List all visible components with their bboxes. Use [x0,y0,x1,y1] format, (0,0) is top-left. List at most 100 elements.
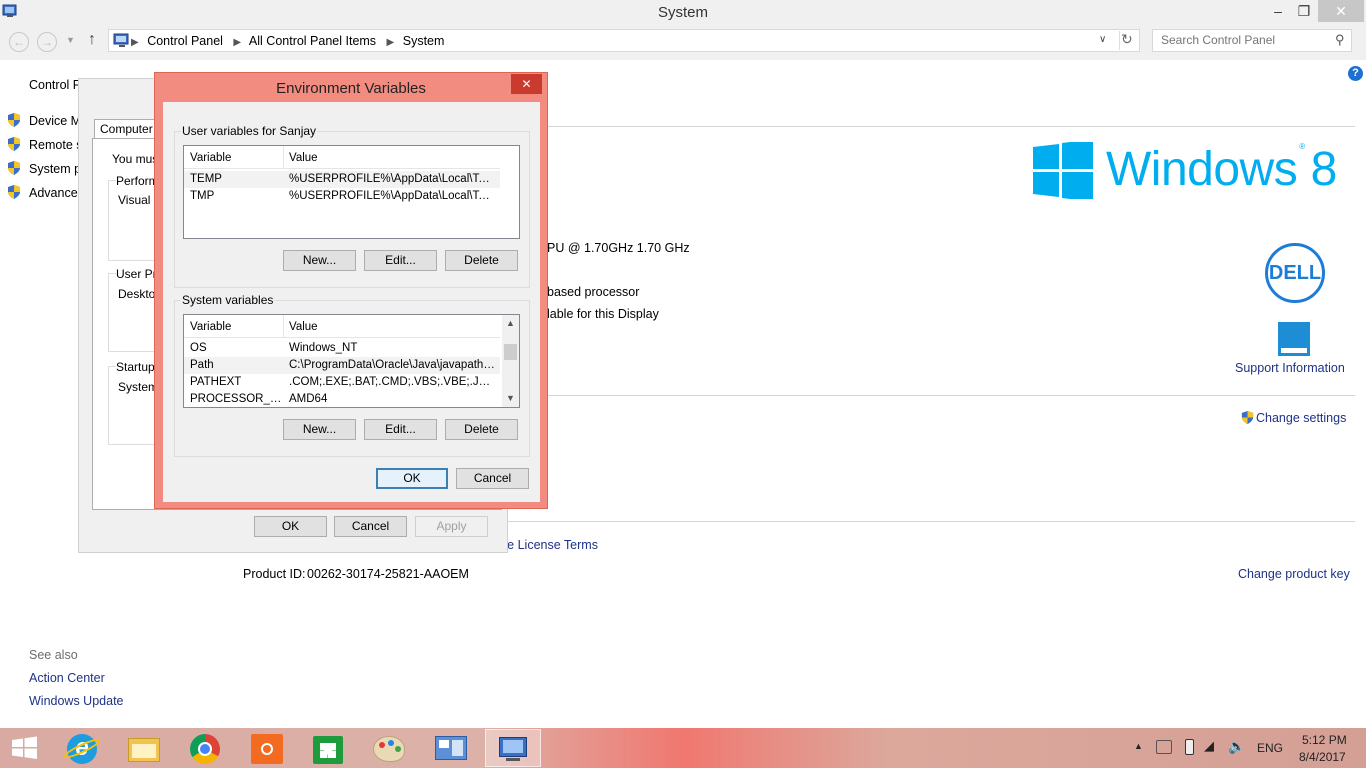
search-field[interactable]: ⚲ [1152,29,1352,52]
close-button[interactable]: ✕ [1318,0,1364,22]
control-panel-icon [113,33,129,47]
forward-button[interactable]: → [37,32,57,52]
breadcrumb-all-items[interactable]: All Control Panel Items [249,34,376,48]
env-cancel-button[interactable]: Cancel [456,468,529,489]
list-item[interactable]: TEMP %USERPROFILE%\AppData\Local\Temp [184,171,500,188]
env-ok-button[interactable]: OK [376,468,448,489]
windows-flag-icon [1033,142,1093,199]
orange-app-icon[interactable] [239,729,295,767]
variable-name: OS [190,342,207,354]
address-dropdown-icon[interactable]: ∨ [1099,34,1106,45]
system-delete-button[interactable]: Delete [445,419,518,440]
address-field[interactable]: ▶ Control Panel ▶ All Control Panel Item… [108,29,1140,52]
product-id-label: Product ID: [243,567,306,581]
clock-time[interactable]: 5:12 PM [1302,733,1347,747]
volume-icon[interactable]: 🔈 [1228,738,1245,755]
ok-button[interactable]: OK [254,516,327,537]
breadcrumb-system[interactable]: System [403,34,445,48]
column-header-variable[interactable]: Variable [190,321,231,333]
list-item[interactable]: Path C:\ProgramData\Oracle\Java\javapath… [184,357,500,374]
divider [503,126,1355,127]
list-item[interactable]: OS Windows_NT [184,340,500,357]
list-item[interactable]: PATHEXT .COM;.EXE;.BAT;.CMD;.VBS;.VBE;.J… [184,374,500,391]
control-panel-home-link[interactable]: Control P [29,78,81,92]
energy-star-icon [1278,322,1310,356]
shield-icon [8,185,20,199]
list-header: Variable Value [184,146,500,169]
breadcrumb-control-panel[interactable]: Control Panel [147,34,223,48]
variable-name: PROCESSOR_A... [190,393,282,405]
store-icon[interactable] [300,729,356,767]
start-button[interactable] [0,728,50,768]
search-icon[interactable]: ⚲ [1335,32,1345,48]
cancel-button[interactable]: Cancel [334,516,407,537]
variable-name: Path [190,359,214,371]
system-window-taskbar-button[interactable] [485,729,541,767]
windows-update-link[interactable]: Windows Update [29,694,124,708]
apply-button[interactable]: Apply [415,516,488,537]
variable-value: Windows_NT [289,342,358,354]
clock-date[interactable]: 8/4/2017 [1299,750,1346,764]
dialog-close-button[interactable]: ✕ [511,74,542,94]
sidebar-item-remote-settings[interactable]: Remote s [29,138,83,152]
network-signal-icon[interactable]: ◢ [1204,738,1214,754]
sidebar-item-device-manager[interactable]: Device M [29,114,81,128]
variable-value: AMD64 [289,393,328,405]
user-profiles-label: User Pro [116,267,158,281]
system-variables-label: System variables [181,293,275,307]
scroll-up-icon[interactable]: ▲ [502,315,519,332]
pen-touch-value: lable for this Display [547,307,659,321]
column-header-value[interactable]: Value [289,321,318,333]
action-center-flag-icon[interactable] [1156,740,1172,754]
system-edit-button[interactable]: Edit... [364,419,437,440]
user-new-button[interactable]: New... [283,250,356,271]
battery-icon[interactable] [1185,739,1194,755]
vertical-scrollbar[interactable]: ▲ ▼ [502,315,519,407]
control-panel-taskbar-icon[interactable] [423,729,479,767]
system-variables-list[interactable]: Variable Value OS Windows_NT Path C:\Pro… [183,314,520,408]
recent-locations-chevron-icon[interactable]: ▼ [66,35,75,45]
list-item[interactable]: PROCESSOR_A... AMD64 [184,391,500,407]
list-item[interactable]: TMP %USERPROFILE%\AppData\Local\Temp [184,188,500,205]
sidebar-item-system-protection[interactable]: System p [29,162,81,176]
up-arrow-icon[interactable]: ↑ [88,31,96,49]
variable-value: %USERPROFILE%\AppData\Local\Temp [289,173,495,185]
maximize-button[interactable]: ❐ [1290,0,1318,22]
license-terms-link[interactable]: re License Terms [503,538,598,552]
system-new-button[interactable]: New... [283,419,356,440]
window-title: System [657,4,708,21]
admin-notice-text: You must [112,152,157,166]
minimize-button[interactable]: – [1264,0,1292,22]
back-button[interactable]: ← [9,32,29,52]
help-icon[interactable]: ? [1348,66,1363,81]
user-variables-list[interactable]: Variable Value TEMP %USERPROFILE%\AppDat… [183,145,520,239]
dialog-title: Environment Variables [276,80,426,97]
variable-name: TEMP [190,173,222,185]
sidebar-item-advanced-settings[interactable]: Advanced [29,186,85,200]
paint-icon[interactable] [361,729,417,767]
refresh-icon[interactable]: ↻ [1121,31,1133,48]
scrollbar-thumb[interactable] [504,344,517,360]
dell-logo: DELL [1265,243,1325,303]
windows-version: 8 [1310,143,1338,196]
support-information-link[interactable]: Support Information [1235,361,1345,375]
internet-explorer-icon[interactable]: e [54,729,110,767]
file-explorer-icon[interactable] [116,729,172,767]
user-edit-button[interactable]: Edit... [364,250,437,271]
action-center-link[interactable]: Action Center [29,671,105,685]
change-settings-link[interactable]: Change settings [1256,411,1346,425]
column-header-value[interactable]: Value [289,152,318,164]
show-hidden-icons-chevron-icon[interactable]: ▲ [1134,741,1143,751]
user-variables-label: User variables for Sanjay [181,124,318,138]
change-product-key-link[interactable]: Change product key [1238,567,1350,581]
dialog-body: User variables for Sanjay Variable Value… [163,102,540,502]
shield-icon [8,161,20,175]
user-delete-button[interactable]: Delete [445,250,518,271]
language-indicator[interactable]: ENG [1257,741,1283,755]
processor-value: PU @ 1.70GHz 1.70 GHz [547,241,690,255]
scroll-down-icon[interactable]: ▼ [502,390,519,407]
column-header-variable[interactable]: Variable [190,152,231,164]
search-input[interactable] [1161,33,1321,47]
chrome-icon[interactable] [177,729,233,767]
shield-icon [1241,410,1254,425]
